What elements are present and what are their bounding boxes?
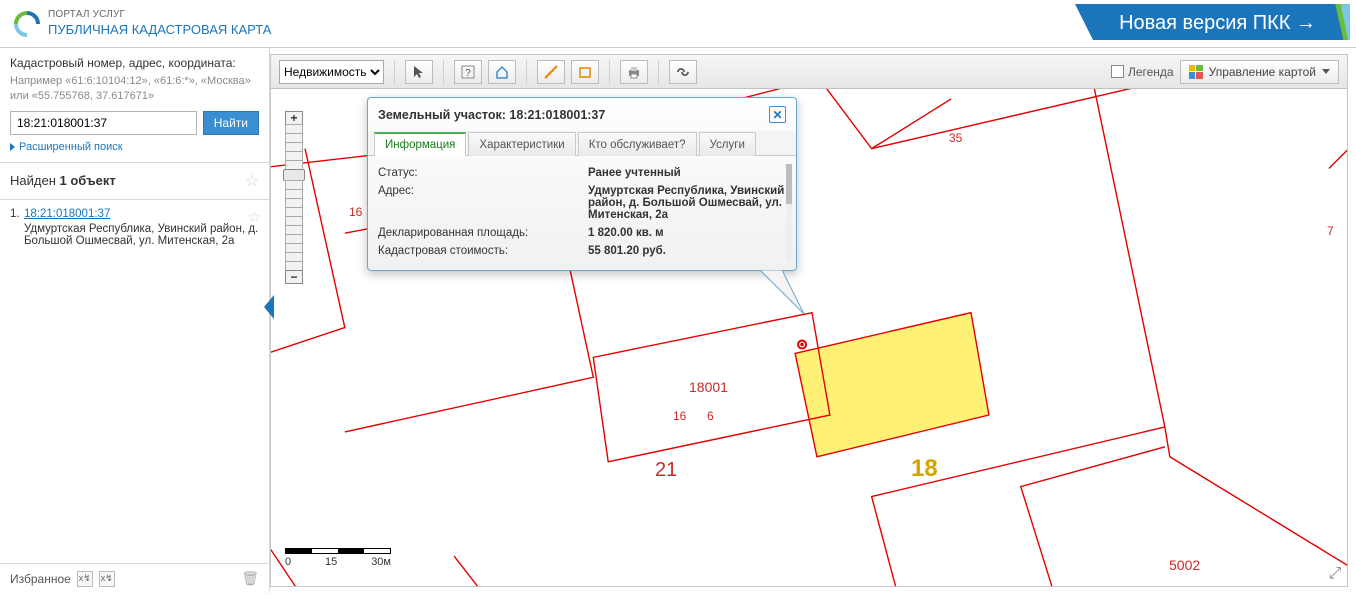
favorite-item-icon[interactable]: ☆ <box>248 208 261 226</box>
help-tool-icon[interactable]: ? <box>454 60 482 84</box>
new-version-banner[interactable]: Новая версия ПКК → <box>1075 4 1350 44</box>
link-icon[interactable] <box>669 60 697 84</box>
scale-bar: 01530м <box>285 548 391 568</box>
zoom-out-icon[interactable]: − <box>285 270 303 284</box>
favorite-all-icon[interactable]: ☆ <box>245 171 259 191</box>
export-xls-icon[interactable]: x↯ <box>99 571 115 587</box>
result-address: Удмуртская Республика, Увинский район, д… <box>24 223 259 247</box>
map-panel: Недвижимость ? Легенда Управление картой <box>270 54 1348 587</box>
cursor-tool-icon[interactable] <box>405 60 433 84</box>
popup-title: Земельный участок: 18:21:018001:37 <box>378 108 605 122</box>
favorites-bar: Избранное x↯ x↯ 🗑 <box>0 563 269 593</box>
app-header: ПОРТАЛ УСЛУГ ПУБЛИЧНАЯ КАДАСТРОВАЯ КАРТА… <box>0 0 1356 48</box>
find-button[interactable]: Найти <box>203 111 259 135</box>
house-tool-icon[interactable] <box>488 60 516 84</box>
trash-icon[interactable]: 🗑 <box>241 570 259 587</box>
svg-text:?: ? <box>465 68 471 79</box>
legend-checkbox[interactable]: Легенда <box>1111 65 1174 79</box>
export-xml-icon[interactable]: x↯ <box>77 571 93 587</box>
popup-scrollbar[interactable] <box>786 164 792 262</box>
search-panel: Кадастровый номер, адрес, координата: На… <box>0 48 269 163</box>
tab-characteristics[interactable]: Характеристики <box>468 132 575 156</box>
search-label: Кадастровый номер, адрес, координата: <box>10 56 259 70</box>
result-item[interactable]: 1. 18:21:018001:37 Удмуртская Республика… <box>0 200 269 255</box>
app-logo <box>14 11 40 37</box>
tab-services[interactable]: Услуги <box>699 132 756 156</box>
results-heading: Найден 1 объект ☆ <box>0 163 269 200</box>
tab-info[interactable]: Информация <box>374 132 466 156</box>
measure-area-icon[interactable] <box>571 60 599 84</box>
map-canvas[interactable]: 35 16 7 18001 16 6 21 18 5002 + − 01530м <box>271 89 1347 586</box>
close-icon[interactable]: ✕ <box>769 106 786 123</box>
tab-service[interactable]: Кто обслуживает? <box>578 132 697 156</box>
sidebar: Кадастровый номер, адрес, координата: На… <box>0 48 270 593</box>
header-title: ПУБЛИЧНАЯ КАДАСТРОВАЯ КАРТА <box>48 22 271 38</box>
advanced-search-link[interactable]: Расширенный поиск <box>10 141 123 153</box>
zoom-in-icon[interactable]: + <box>285 111 303 125</box>
measure-line-icon[interactable] <box>537 60 565 84</box>
zoom-slider[interactable]: + − <box>285 111 303 283</box>
header-subtitle: ПОРТАЛ УСЛУГ <box>48 9 271 22</box>
result-link[interactable]: 18:21:018001:37 <box>24 208 110 220</box>
search-input[interactable] <box>10 111 197 135</box>
layer-select[interactable]: Недвижимость <box>279 60 384 84</box>
favorites-label: Избранное <box>10 572 71 586</box>
layer-manage-button[interactable]: Управление картой <box>1180 60 1339 84</box>
map-toolbar: Недвижимость ? Легенда Управление картой <box>271 55 1347 89</box>
print-icon[interactable] <box>620 60 648 84</box>
search-hint: Например «61:6:10104:12», «61:6:*», «Мос… <box>10 74 259 105</box>
parcel-popup: Земельный участок: 18:21:018001:37 ✕ Инф… <box>367 97 797 271</box>
fullscreen-icon[interactable]: ⤢ <box>1327 566 1343 582</box>
